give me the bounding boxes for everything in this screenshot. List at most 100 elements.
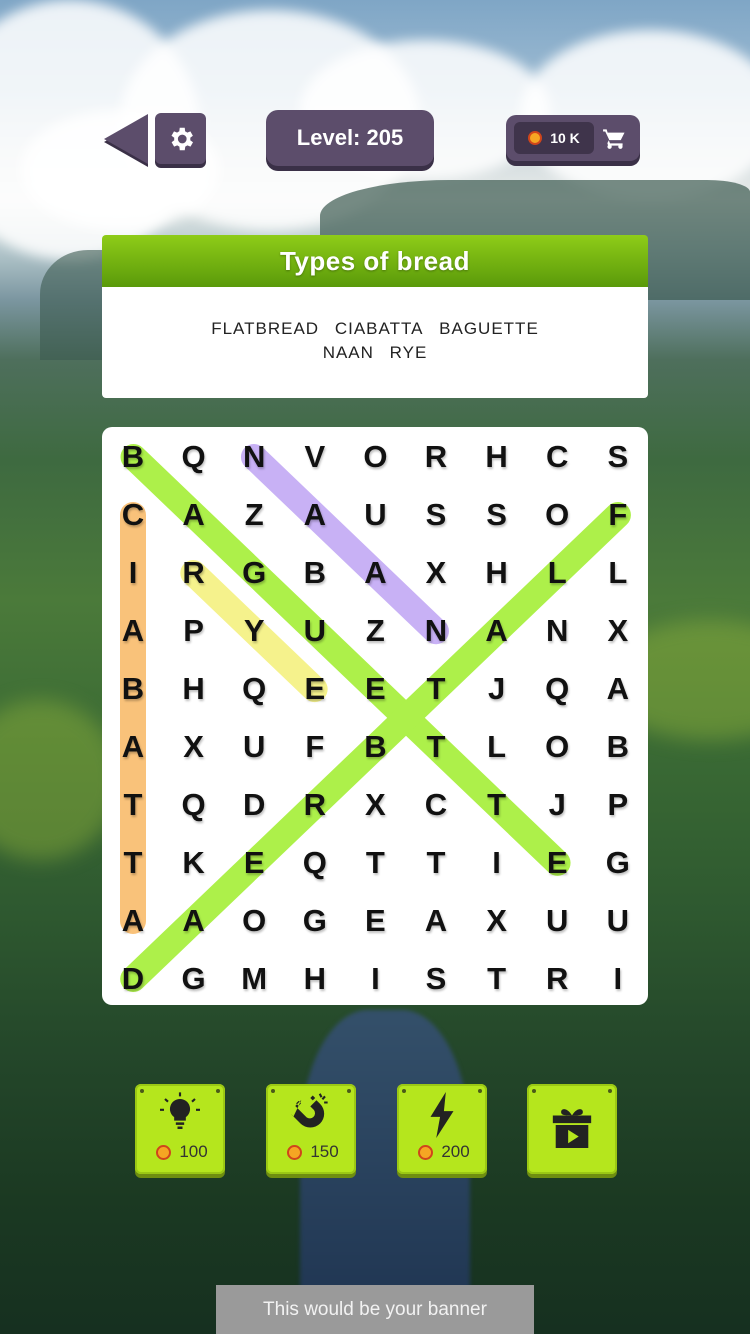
grid-letter[interactable]: A	[103, 602, 163, 660]
grid-letter[interactable]: J	[467, 660, 527, 718]
grid-letter[interactable]: Q	[224, 660, 284, 718]
grid-letter[interactable]: B	[103, 428, 163, 486]
hint-powerup-button[interactable]: 100	[135, 1084, 225, 1174]
grid-letter[interactable]: H	[285, 950, 345, 1005]
grid-letter[interactable]: X	[588, 602, 648, 660]
magnet-powerup-button[interactable]: 150	[266, 1084, 356, 1174]
grid-letter[interactable]: A	[164, 892, 224, 950]
grid-letter[interactable]: E	[345, 660, 405, 718]
grid-letter[interactable]: U	[285, 602, 345, 660]
grid-letter[interactable]: N	[527, 602, 587, 660]
grid-letter[interactable]: T	[345, 834, 405, 892]
grid-letter[interactable]: B	[103, 660, 163, 718]
grid-letter[interactable]: Y	[224, 602, 284, 660]
grid-letter[interactable]: T	[103, 834, 163, 892]
grid-letter[interactable]: A	[406, 892, 466, 950]
grid-letter[interactable]: C	[527, 428, 587, 486]
cart-icon[interactable]	[598, 122, 632, 154]
grid-letter[interactable]: X	[467, 892, 527, 950]
grid-letter[interactable]: O	[345, 428, 405, 486]
grid-letter[interactable]: S	[406, 950, 466, 1005]
grid-letter[interactable]: A	[285, 486, 345, 544]
grid-letter[interactable]: C	[103, 486, 163, 544]
back-button[interactable]	[104, 114, 148, 164]
grid-letter[interactable]: H	[467, 544, 527, 602]
grid-letter[interactable]: Q	[285, 834, 345, 892]
grid-letter[interactable]: E	[224, 834, 284, 892]
grid-letter[interactable]: L	[527, 544, 587, 602]
grid-letter[interactable]: E	[345, 892, 405, 950]
grid-letter[interactable]: J	[527, 776, 587, 834]
grid-letter[interactable]: N	[406, 602, 466, 660]
gift-video-button[interactable]	[527, 1084, 617, 1174]
grid-letter[interactable]: E	[527, 834, 587, 892]
grid-letter[interactable]: R	[527, 950, 587, 1005]
grid-letter[interactable]: I	[467, 834, 527, 892]
grid-letter[interactable]: S	[406, 486, 466, 544]
grid-letter[interactable]: L	[588, 544, 648, 602]
grid-letter[interactable]: U	[345, 486, 405, 544]
grid-letter[interactable]: A	[164, 486, 224, 544]
letter-grid[interactable]: BQNVORHCSCAZAUSSOFIRGBAXHLLAPYUZNANXBHQE…	[102, 427, 648, 1005]
grid-letter[interactable]: U	[224, 718, 284, 776]
grid-letter[interactable]: G	[164, 950, 224, 1005]
grid-letter[interactable]: A	[103, 718, 163, 776]
grid-letter[interactable]: H	[467, 428, 527, 486]
grid-letter[interactable]: T	[103, 776, 163, 834]
lightning-powerup-button[interactable]: 200	[397, 1084, 487, 1174]
grid-letter[interactable]: X	[406, 544, 466, 602]
grid-letter[interactable]: D	[224, 776, 284, 834]
grid-letter[interactable]: Z	[345, 602, 405, 660]
grid-letter[interactable]: G	[224, 544, 284, 602]
settings-button[interactable]	[155, 113, 206, 164]
grid-letter[interactable]: O	[527, 718, 587, 776]
grid-letter[interactable]: F	[285, 718, 345, 776]
grid-letter[interactable]: D	[103, 950, 163, 1005]
grid-letter[interactable]: S	[588, 428, 648, 486]
grid-letter[interactable]: O	[224, 892, 284, 950]
coins-shop[interactable]: 10 K	[506, 115, 640, 161]
grid-letter[interactable]: B	[588, 718, 648, 776]
grid-letter[interactable]: Z	[224, 486, 284, 544]
grid-letter[interactable]: X	[345, 776, 405, 834]
grid-letter[interactable]: G	[285, 892, 345, 950]
grid-letter[interactable]: P	[164, 602, 224, 660]
grid-letter[interactable]: C	[406, 776, 466, 834]
grid-letter[interactable]: Q	[164, 428, 224, 486]
grid-letter[interactable]: Q	[527, 660, 587, 718]
grid-letter[interactable]: Q	[164, 776, 224, 834]
grid-letter[interactable]: I	[103, 544, 163, 602]
grid-letter[interactable]: T	[406, 834, 466, 892]
grid-letter[interactable]: A	[345, 544, 405, 602]
grid-letter[interactable]: N	[224, 428, 284, 486]
grid-letter[interactable]: G	[588, 834, 648, 892]
grid-letter[interactable]: A	[103, 892, 163, 950]
grid-letter[interactable]: M	[224, 950, 284, 1005]
grid-letter[interactable]: X	[164, 718, 224, 776]
grid-letter[interactable]: O	[527, 486, 587, 544]
grid-letter[interactable]: U	[588, 892, 648, 950]
grid-letter[interactable]: T	[406, 660, 466, 718]
grid-letter[interactable]: R	[285, 776, 345, 834]
grid-letter[interactable]: H	[164, 660, 224, 718]
grid-letter[interactable]: B	[285, 544, 345, 602]
grid-letter[interactable]: I	[345, 950, 405, 1005]
grid-letter[interactable]: E	[285, 660, 345, 718]
grid-letter[interactable]: U	[527, 892, 587, 950]
grid-letter[interactable]: F	[588, 486, 648, 544]
grid-letter[interactable]: B	[345, 718, 405, 776]
grid-letter[interactable]: V	[285, 428, 345, 486]
grid-letter[interactable]: T	[467, 950, 527, 1005]
grid-letter[interactable]: I	[588, 950, 648, 1005]
ad-banner[interactable]: This would be your banner	[216, 1285, 534, 1334]
grid-letter[interactable]: P	[588, 776, 648, 834]
grid-letter[interactable]: R	[406, 428, 466, 486]
grid-letter[interactable]: T	[406, 718, 466, 776]
grid-letter[interactable]: S	[467, 486, 527, 544]
grid-letter[interactable]: T	[467, 776, 527, 834]
grid-letter[interactable]: A	[467, 602, 527, 660]
grid-letter[interactable]: K	[164, 834, 224, 892]
grid-letter[interactable]: A	[588, 660, 648, 718]
grid-letter[interactable]: L	[467, 718, 527, 776]
grid-letter[interactable]: R	[164, 544, 224, 602]
